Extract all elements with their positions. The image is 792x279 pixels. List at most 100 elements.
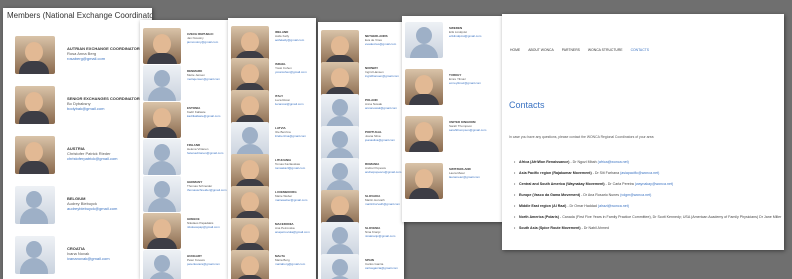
member-email[interactable]: tomaskazl@gmail.com bbox=[275, 166, 315, 170]
members-sheet-4: NETHERLANDS Eva de Vries evadevries@gmail.… bbox=[318, 22, 404, 279]
member-email[interactable]: nikolaospap@gmail.com bbox=[187, 225, 227, 229]
placeholder-avatar bbox=[143, 139, 181, 175]
placeholder-avatar bbox=[143, 65, 181, 101]
email-link[interactable]: (alrazi@wonca.net) bbox=[598, 204, 629, 208]
member-photo bbox=[231, 90, 269, 126]
nav-item-home[interactable]: HOME bbox=[510, 48, 520, 52]
member-info: HUNGARY Peter Kovacs peterkovacs@gmail.com bbox=[187, 254, 227, 266]
member-email[interactable]: laurameier@gmail.com bbox=[449, 175, 489, 179]
email-link[interactable]: (vdgm@wonca.net) bbox=[620, 193, 651, 197]
list-item: South Asia (Spice Route Movement) - Dr N… bbox=[514, 226, 784, 231]
member-email[interactable]: eriklindqvist@gmail.com bbox=[449, 34, 489, 38]
placeholder-avatar bbox=[321, 126, 359, 162]
member-photo bbox=[15, 36, 55, 74]
member-email[interactable]: ninakranjc@gmail.com bbox=[365, 234, 404, 238]
member-email[interactable]: carlosgarcia@gmail.com bbox=[365, 266, 404, 270]
member-email[interactable]: aoifekelly@gmail.com bbox=[275, 38, 315, 42]
member-email[interactable]: ingridhansen@gmail.com bbox=[365, 74, 404, 78]
member-photo bbox=[321, 62, 359, 98]
nav-item-structure[interactable]: WONCA STRUCTURE bbox=[588, 48, 623, 52]
regional-contacts-list: Africa (AfriWon Renaissance) - Dr Ngozi … bbox=[514, 160, 784, 237]
email-link[interactable]: (waynakay@wonca.net) bbox=[635, 182, 673, 186]
member-info: PORTUGAL Joana Silva joanasilva@gmail.com bbox=[365, 130, 404, 142]
member-email[interactable]: rosaberg@gmail.com bbox=[67, 56, 151, 61]
coordinator-text: - Dr Siti Farhana bbox=[591, 171, 620, 175]
region-name: Europe (Vasco da Gama Movement) bbox=[519, 193, 581, 197]
member-info: BELGIUM Audrey Biebuyck audreybiebuyck@gma… bbox=[67, 196, 151, 211]
member-email[interactable]: christoferpatrick@gmail.com bbox=[67, 156, 151, 161]
member-info: MACEDONIA Ana Petrovska anapetrovska@gmail… bbox=[275, 222, 315, 234]
list-item: North America (Polaris) - Canada (First … bbox=[514, 215, 784, 220]
region-name: South Asia (Spice Route Movement) bbox=[519, 226, 581, 230]
member-email[interactable]: joanasilva@gmail.com bbox=[365, 138, 404, 142]
member-info: SPAIN Carlos Garcia carlosgarcia@gmail.com bbox=[365, 258, 404, 270]
member-email[interactable]: anapetrovska@gmail.com bbox=[275, 230, 315, 234]
list-item: Africa (AfriWon Renaissance) - Dr Ngozi … bbox=[514, 160, 784, 165]
contacts-page: HOME ABOUT WONCA PARTNERS WONCA STRUCTUR… bbox=[502, 14, 784, 250]
member-photo bbox=[143, 213, 181, 249]
member-email[interactable]: thomasschneider@gmail.com bbox=[187, 188, 227, 192]
member-email[interactable]: peterkovacs@gmail.com bbox=[187, 262, 227, 266]
member-info: ROMANIA Andrei Popescu andreipopescu@gmail… bbox=[365, 162, 404, 174]
member-email[interactable]: jannovotny@gmail.com bbox=[187, 40, 227, 44]
coordinator-text: - Dr Carla Pereira bbox=[604, 182, 634, 186]
members-title: Members (National Exchange Coordinators) bbox=[7, 11, 152, 20]
member-email[interactable]: emreyilmaz@gmail.com bbox=[449, 81, 489, 85]
member-email[interactable]: kadrikallaste@gmail.com bbox=[187, 114, 227, 118]
member-email[interactable]: lucarossi@gmail.com bbox=[275, 102, 315, 106]
members-sheet-1: Members (National Exchange Coordinators)… bbox=[3, 8, 152, 279]
member-photo bbox=[321, 30, 359, 66]
placeholder-avatar bbox=[321, 158, 359, 194]
member-info: SWEDEN Erik Lindqvist eriklindqvist@gmail.… bbox=[449, 26, 489, 38]
member-info: TURKEY Emre Yilmaz emreyilmaz@gmail.com bbox=[449, 73, 489, 85]
member-email[interactable]: evadevries@gmail.com bbox=[365, 42, 404, 46]
member-info: IRELAND Aoife Kelly aoifekelly@gmail.com bbox=[275, 30, 315, 42]
member-email[interactable]: ilzeberzina@gmail.com bbox=[275, 134, 315, 138]
member-email[interactable]: yossicohen@gmail.com bbox=[275, 70, 315, 74]
member-email[interactable]: annanowak@gmail.com bbox=[365, 106, 404, 110]
nav-item-partners[interactable]: PARTNERS bbox=[562, 48, 580, 52]
member-photo bbox=[231, 250, 269, 279]
member-photo bbox=[231, 186, 269, 222]
member-info: AUTRIAN EXCHANGE COORDINATOR Rosa Anna Be… bbox=[67, 46, 151, 61]
member-info: POLAND Anna Nowak annanowak@gmail.com bbox=[365, 98, 404, 110]
list-item: Central and South America (Waynakay Move… bbox=[514, 182, 784, 187]
member-email[interactable]: ivananovak@gmail.com bbox=[67, 256, 151, 261]
coordinator-text: - Canada (First Five Years in Family Pra… bbox=[559, 215, 782, 219]
nav-item-contacts[interactable]: CONTACTS bbox=[631, 48, 649, 52]
member-email[interactable]: mariaborg@gmail.com bbox=[275, 262, 315, 266]
placeholder-avatar bbox=[405, 22, 443, 58]
list-item: Europe (Vasco da Gama Movement) - Dr Ana… bbox=[514, 193, 784, 198]
region-name: North America (Polaris) bbox=[519, 215, 560, 219]
member-info: NETHERLANDS Eva de Vries evadevries@gmail.… bbox=[365, 34, 404, 46]
member-info: CROATIA Ivana Novak ivananovak@gmail.com bbox=[67, 246, 151, 261]
placeholder-avatar bbox=[321, 94, 359, 130]
intro-text: In case you have any questions, please c… bbox=[509, 135, 655, 139]
member-email[interactable]: audreybiebuyck@gmail.com bbox=[67, 206, 151, 211]
email-link[interactable]: (africa@wonca.net) bbox=[598, 160, 629, 164]
member-email[interactable]: sarahthompson@gmail.com bbox=[449, 128, 489, 132]
main-nav: HOME ABOUT WONCA PARTNERS WONCA STRUCTUR… bbox=[510, 48, 649, 52]
members-sheet-5: SWEDEN Erik Lindqvist eriklindqvist@gmail.… bbox=[402, 16, 506, 222]
screenshot-collage: Members (National Exchange Coordinators)… bbox=[0, 0, 792, 279]
member-photo bbox=[231, 58, 269, 94]
member-email[interactable]: helenavirtanen@gmail.com bbox=[187, 151, 227, 155]
email-link[interactable]: (asiapacific@wonca.net) bbox=[620, 171, 659, 175]
member-email[interactable]: andreipopescu@gmail.com bbox=[365, 170, 404, 174]
member-email[interactable]: bodybak@gmail.com bbox=[67, 106, 151, 111]
member-photo bbox=[143, 28, 181, 64]
member-photo bbox=[405, 116, 443, 152]
placeholder-avatar bbox=[231, 122, 269, 158]
member-email[interactable]: mettejensen@gmail.com bbox=[187, 77, 227, 81]
nav-item-about[interactable]: ABOUT WONCA bbox=[528, 48, 554, 52]
member-email[interactable]: marieweber@gmail.com bbox=[275, 198, 315, 202]
coordinator-text: - Dr Ana Rosario Nunes bbox=[580, 193, 620, 197]
member-photo bbox=[15, 86, 55, 124]
member-email[interactable]: martinhorvath@gmail.com bbox=[365, 202, 404, 206]
member-photo bbox=[231, 154, 269, 190]
member-info: FINLAND Helena Virtanen helenavirtanen@gma… bbox=[187, 143, 227, 155]
member-info: SLOVAKIA Martin Horvath martinhorvath@gmai… bbox=[365, 194, 404, 206]
placeholder-avatar bbox=[321, 254, 359, 279]
member-info: AUSTRIA Christofer Patrick Rieder christof… bbox=[67, 146, 151, 161]
region-name: Central and South America (Waynakay Move… bbox=[519, 182, 605, 186]
